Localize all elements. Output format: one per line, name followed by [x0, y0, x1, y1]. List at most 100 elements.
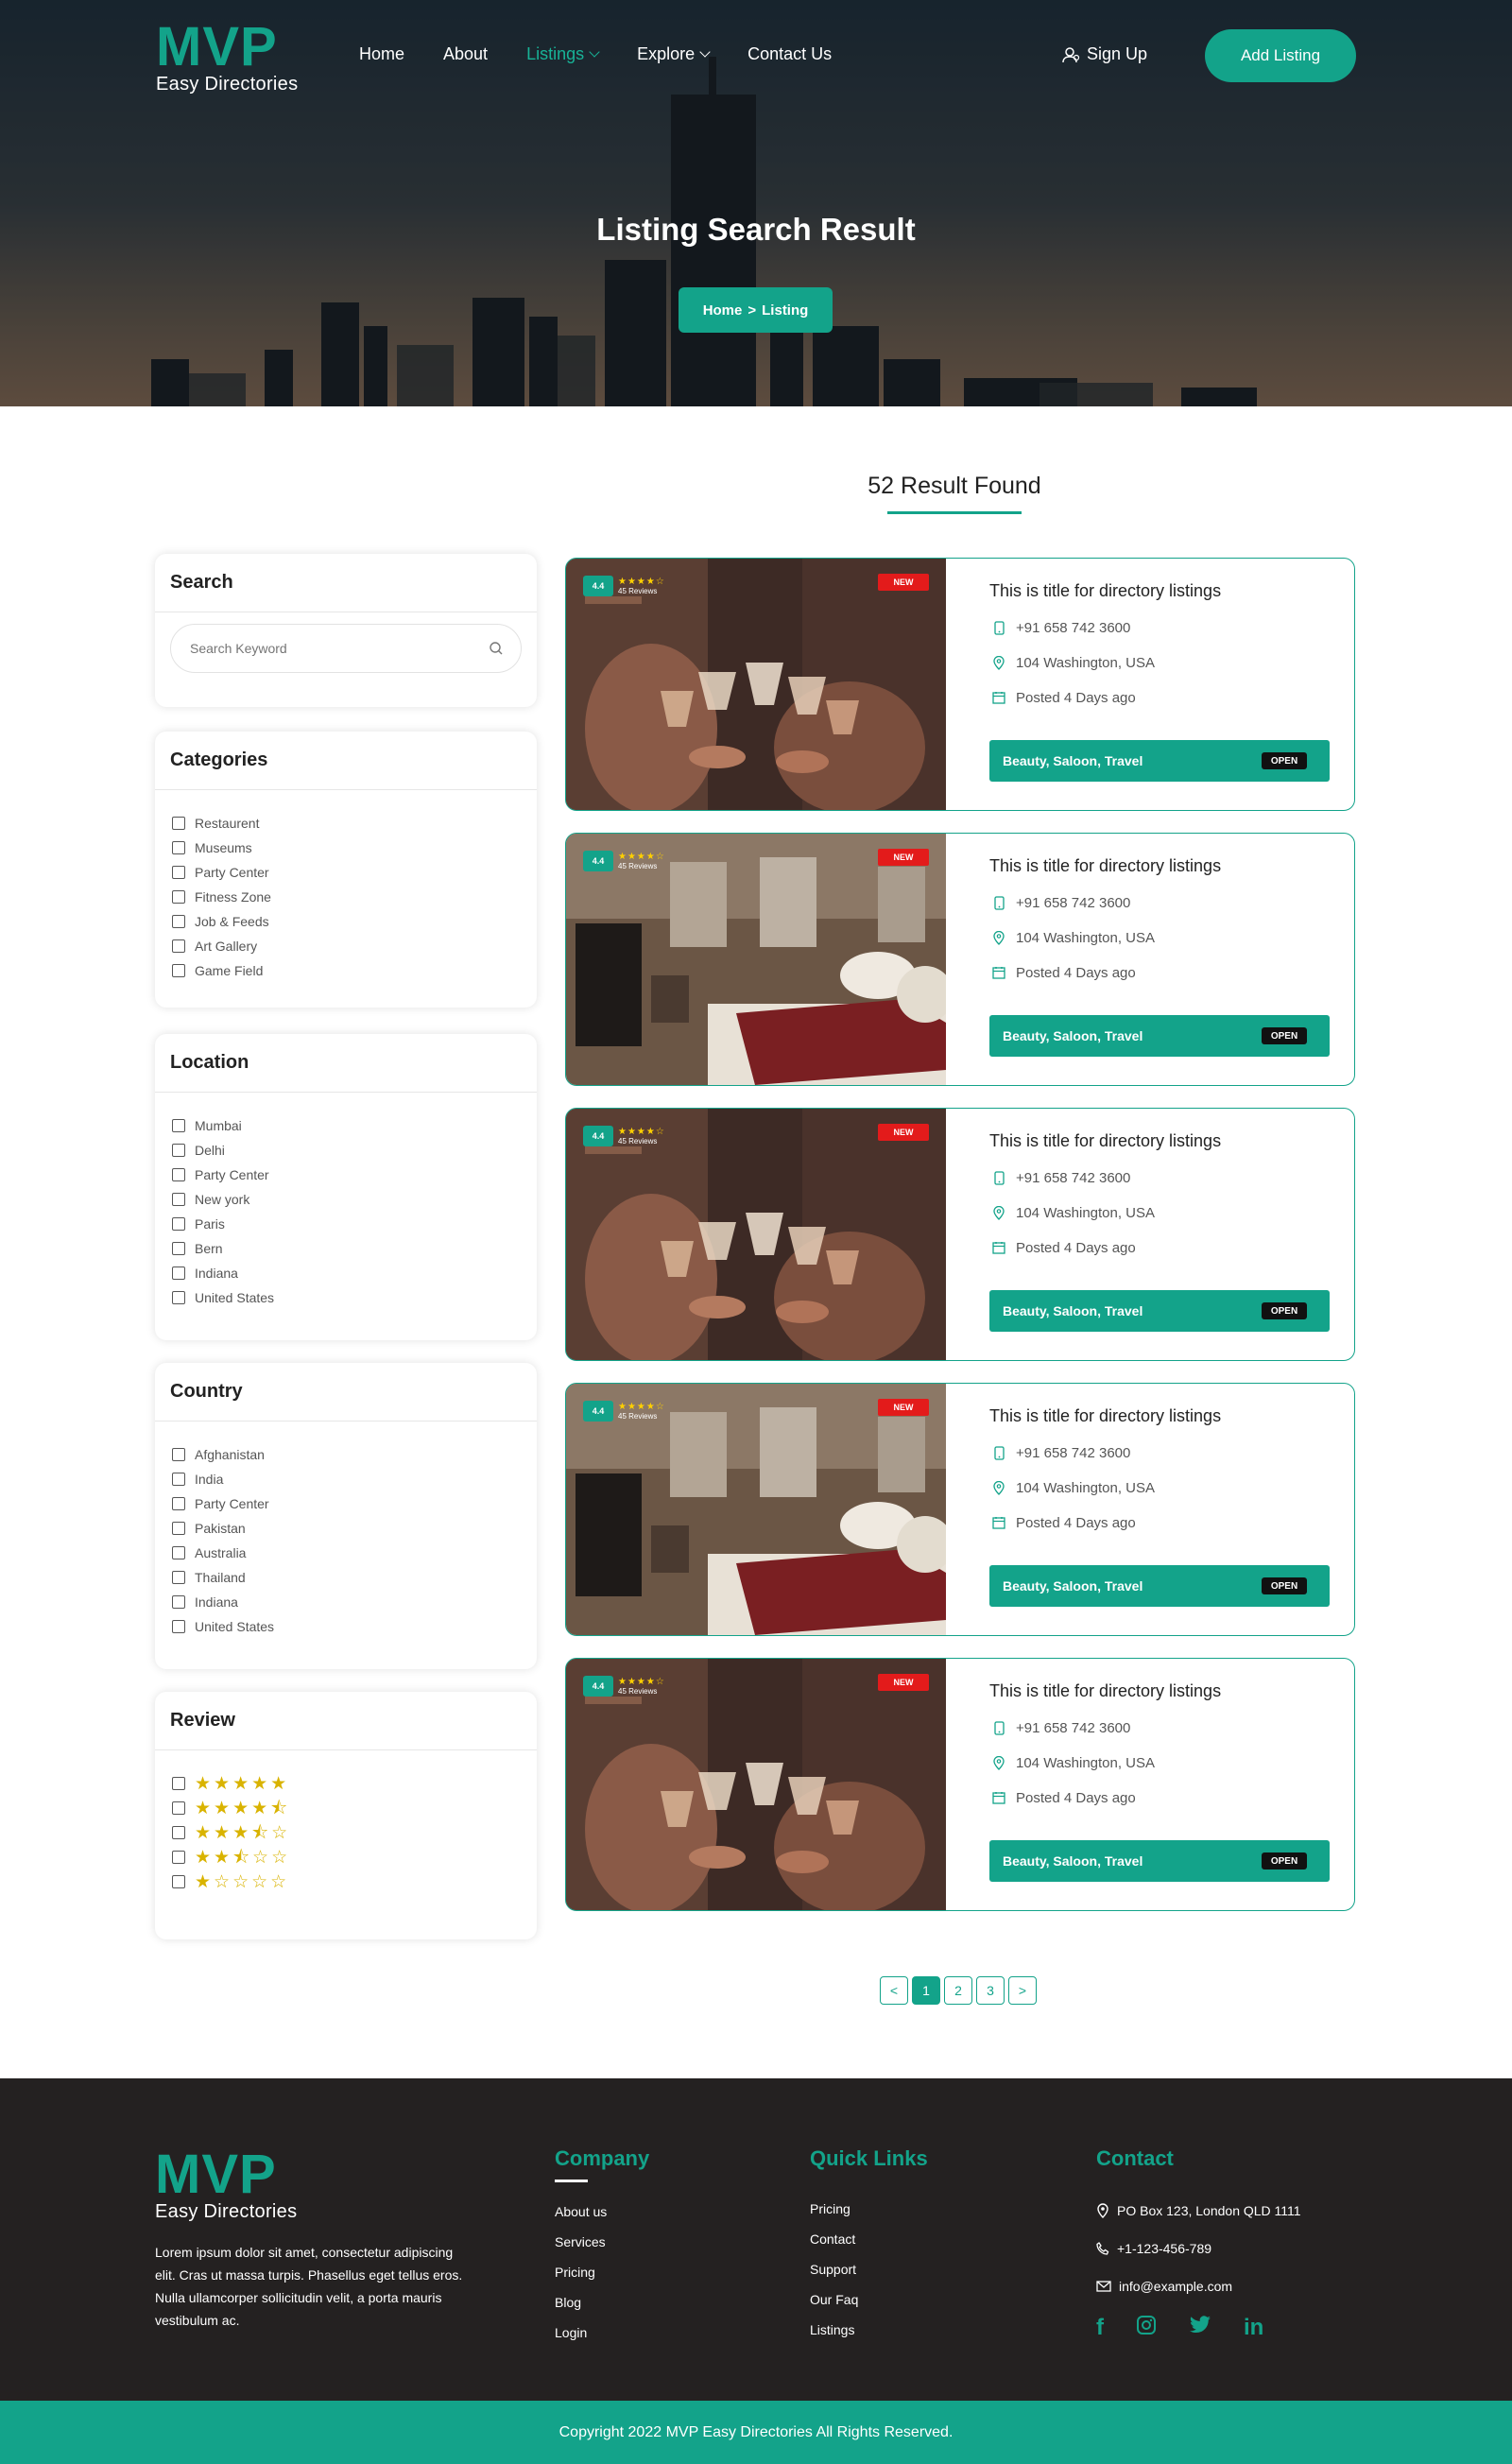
checkbox[interactable] [172, 1144, 185, 1157]
category-option[interactable]: Fitness Zone [172, 885, 537, 909]
checkbox[interactable] [172, 1620, 185, 1633]
checkbox[interactable] [172, 1546, 185, 1559]
checkbox[interactable] [172, 1242, 185, 1255]
checkbox[interactable] [172, 890, 185, 904]
review-option[interactable]: ★☆☆☆☆ [172, 1870, 537, 1894]
checkbox[interactable] [172, 1193, 185, 1206]
nav-link-listings[interactable]: Listings [526, 44, 600, 64]
checkbox[interactable] [172, 1291, 185, 1304]
listing-image[interactable]: 4.4 ★★★★☆ 45 Reviews NEW [566, 1109, 946, 1360]
twitter-icon[interactable] [1189, 2315, 1211, 2342]
pagination-page-3[interactable]: 3 [976, 1976, 1005, 2005]
footer-link[interactable]: Services [555, 2227, 649, 2257]
location-option[interactable]: Paris [172, 1212, 537, 1236]
country-option[interactable]: India [172, 1467, 537, 1491]
review-option[interactable]: ★★⯪☆☆ [172, 1845, 537, 1870]
checkbox[interactable] [172, 1168, 185, 1181]
checkbox[interactable] [172, 817, 185, 830]
location-option[interactable]: Bern [172, 1236, 537, 1261]
pagination-page-1[interactable]: 1 [912, 1976, 940, 2005]
sign-up-link[interactable]: Sign Up [1062, 44, 1147, 64]
listing-title[interactable]: This is title for directory listings [989, 1681, 1339, 1704]
footer-link[interactable]: Contact [810, 2224, 928, 2254]
location-option[interactable]: United States [172, 1285, 537, 1310]
location-option[interactable]: Mumbai [172, 1113, 537, 1138]
listing-card[interactable]: 4.4 ★★★★☆ 45 Reviews NEW This is title for d… [565, 833, 1355, 1086]
facebook-icon[interactable]: f [1096, 2315, 1104, 2342]
location-option[interactable]: Indiana [172, 1261, 537, 1285]
linkedin-icon[interactable]: in [1244, 2315, 1263, 2342]
review-option[interactable]: ★★★★⯪ [172, 1796, 537, 1820]
checkbox[interactable] [172, 1801, 185, 1815]
nav-link-home[interactable]: Home [359, 44, 404, 64]
review-option[interactable]: ★★★⯪☆ [172, 1820, 537, 1845]
country-option[interactable]: Party Center [172, 1491, 537, 1516]
location-option[interactable]: Delhi [172, 1138, 537, 1163]
category-option[interactable]: Art Gallery [172, 934, 537, 958]
listing-tags-bar[interactable]: Beauty, Saloon, Travel OPEN [989, 1565, 1330, 1607]
checkbox[interactable] [172, 1448, 185, 1461]
checkbox[interactable] [172, 1522, 185, 1535]
category-option[interactable]: Job & Feeds [172, 909, 537, 934]
checkbox[interactable] [172, 1851, 185, 1864]
listing-title[interactable]: This is title for directory listings [989, 1131, 1339, 1154]
location-option[interactable]: Party Center [172, 1163, 537, 1187]
site-logo[interactable]: MVP Easy Directories [156, 20, 307, 95]
listing-image[interactable]: 4.4 ★★★★☆ 45 Reviews NEW [566, 834, 946, 1085]
location-option[interactable]: New york [172, 1187, 537, 1212]
listing-title[interactable]: This is title for directory listings [989, 1406, 1339, 1429]
listing-card[interactable]: 4.4 ★★★★☆ 45 Reviews NEW This is title for d… [565, 1108, 1355, 1361]
category-option[interactable]: Museums [172, 836, 537, 860]
checkbox[interactable] [172, 1875, 185, 1888]
search-icon[interactable] [489, 641, 504, 656]
checkbox[interactable] [172, 1595, 185, 1609]
category-option[interactable]: Party Center [172, 860, 537, 885]
pagination-next-button[interactable]: > [1008, 1976, 1037, 2005]
nav-link-contact[interactable]: Contact Us [747, 44, 832, 64]
listing-title[interactable]: This is title for directory listings [989, 856, 1339, 879]
footer-link[interactable]: Listings [810, 2315, 928, 2345]
country-option[interactable]: Pakistan [172, 1516, 537, 1541]
checkbox[interactable] [172, 866, 185, 879]
footer-link[interactable]: Pricing [555, 2257, 649, 2287]
country-option[interactable]: United States [172, 1614, 537, 1639]
checkbox[interactable] [172, 939, 185, 953]
add-listing-button[interactable]: Add Listing [1205, 29, 1356, 82]
footer-link[interactable]: Support [810, 2254, 928, 2284]
contact-phone[interactable]: +1-123-456-789 [1096, 2230, 1301, 2267]
country-option[interactable]: Thailand [172, 1565, 537, 1590]
listing-image[interactable]: 4.4 ★★★★☆ 45 Reviews NEW [566, 1659, 946, 1910]
checkbox[interactable] [172, 1571, 185, 1584]
listing-card[interactable]: 4.4 ★★★★☆ 45 Reviews NEW This is title for d… [565, 558, 1355, 811]
nav-link-explore[interactable]: Explore [637, 44, 711, 64]
footer-link[interactable]: Our Faq [810, 2284, 928, 2315]
footer-link[interactable]: Login [555, 2318, 649, 2348]
footer-link[interactable]: Pricing [810, 2194, 928, 2224]
checkbox[interactable] [172, 1266, 185, 1280]
listing-card[interactable]: 4.4 ★★★★☆ 45 Reviews NEW This is title for d… [565, 1383, 1355, 1636]
checkbox[interactable] [172, 1217, 185, 1231]
listing-tags-bar[interactable]: Beauty, Saloon, Travel OPEN [989, 1290, 1330, 1332]
checkbox[interactable] [172, 841, 185, 854]
checkbox[interactable] [172, 1473, 185, 1486]
checkbox[interactable] [172, 964, 185, 977]
pagination-prev-button[interactable]: < [880, 1976, 908, 2005]
country-option[interactable]: Australia [172, 1541, 537, 1565]
country-option[interactable]: Afghanistan [172, 1442, 537, 1467]
checkbox[interactable] [172, 1119, 185, 1132]
listing-title[interactable]: This is title for directory listings [989, 581, 1339, 604]
listing-card[interactable]: 4.4 ★★★★☆ 45 Reviews NEW This is title for d… [565, 1658, 1355, 1911]
contact-email[interactable]: info@example.com [1096, 2267, 1301, 2305]
country-option[interactable]: Indiana [172, 1590, 537, 1614]
checkbox[interactable] [172, 1497, 185, 1510]
checkbox[interactable] [172, 1826, 185, 1839]
listing-image[interactable]: 4.4 ★★★★☆ 45 Reviews NEW [566, 559, 946, 810]
listing-tags-bar[interactable]: Beauty, Saloon, Travel OPEN [989, 740, 1330, 782]
search-input[interactable] [190, 641, 473, 656]
listing-tags-bar[interactable]: Beauty, Saloon, Travel OPEN [989, 1840, 1330, 1882]
pagination-page-2[interactable]: 2 [944, 1976, 972, 2005]
breadcrumb-home[interactable]: Home [703, 302, 743, 319]
instagram-icon[interactable] [1136, 2315, 1157, 2342]
footer-logo[interactable]: MVP Easy Directories [155, 2147, 297, 2223]
footer-link[interactable]: About us [555, 2197, 649, 2227]
